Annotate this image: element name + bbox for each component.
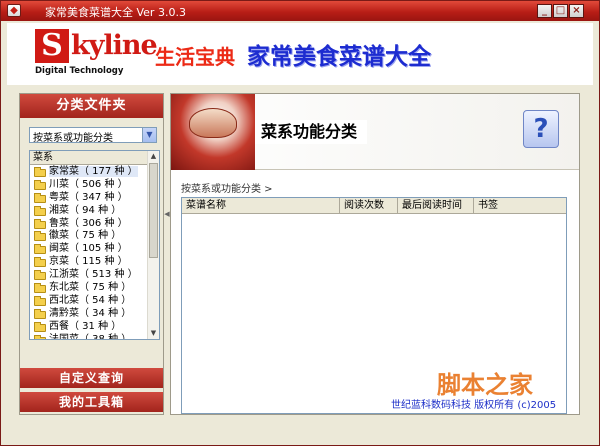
slogan: 生活宝典 <box>155 45 235 69</box>
hotpot-icon <box>189 108 237 138</box>
section-banner: 菜系功能分类 ? <box>171 94 579 170</box>
folder-icon <box>34 218 46 229</box>
tree-item[interactable]: 清黔菜（ 34 种 ） <box>32 308 148 321</box>
tree-item[interactable]: 川菜（ 506 种 ） <box>32 179 148 192</box>
close-button[interactable]: × <box>569 4 584 18</box>
folder-icon <box>34 270 46 281</box>
tree-item[interactable]: 法国菜（ 38 种 ） <box>32 333 148 340</box>
folder-icon <box>34 244 46 255</box>
category-list: 家常菜（ 177 种 ）川菜（ 506 种 ）粤菜（ 347 种 ）湘菜（ 94… <box>32 166 148 340</box>
category-tree[interactable]: 菜系 家常菜（ 177 种 ）川菜（ 506 种 ）粤菜（ 347 种 ）湘菜（… <box>29 150 160 340</box>
tree-item-label: 京菜（ 115 种 ） <box>49 256 128 268</box>
minimize-button[interactable]: _ <box>537 4 552 18</box>
window-title: 家常美食菜谱大全 Ver 3.0.3 <box>45 6 186 19</box>
tree-item-label: 鲁菜（ 306 种 ） <box>49 217 128 229</box>
tree-item-label: 江浙菜（ 513 种 ） <box>49 269 138 281</box>
column-header-read-count[interactable]: 阅读次数 <box>340 198 398 213</box>
tree-scrollbar[interactable]: ▲ ▼ <box>147 151 159 339</box>
tree-item[interactable]: 湘菜（ 94 种 ） <box>32 205 148 218</box>
copyright-text: 世纪蓝科数码科技 版权所有 (c)2005 <box>391 400 557 411</box>
folder-icon <box>34 295 46 306</box>
chevron-down-icon[interactable]: ▼ <box>142 128 156 142</box>
tree-item[interactable]: 家常菜（ 177 种 ） <box>32 166 148 179</box>
breadcrumb[interactable]: 按菜系或功能分类 > <box>181 180 273 195</box>
tree-item-label: 湘菜（ 94 种 ） <box>49 204 122 216</box>
tree-item-label: 粤菜（ 347 种 ） <box>49 191 128 203</box>
logo-mark: S <box>35 29 69 63</box>
tree-item[interactable]: 徽菜（ 75 种 ） <box>32 230 148 243</box>
column-header-recipe-name[interactable]: 菜谱名称 <box>182 198 340 213</box>
custom-query-button[interactable]: 自定义查询 <box>20 368 163 388</box>
folder-icon <box>34 205 46 216</box>
folder-icon <box>34 179 46 190</box>
tree-header: 菜系 <box>30 151 148 165</box>
tree-item-label: 徽菜（ 75 种 ） <box>49 230 122 242</box>
tree-item-label: 清黔菜（ 34 种 ） <box>49 307 132 319</box>
folder-icon <box>34 192 46 203</box>
app-window: ◆ 家常美食菜谱大全 Ver 3.0.3 _ □ × S kyline Digi… <box>0 0 600 446</box>
app-name: 家常美食菜谱大全 <box>247 44 431 70</box>
column-header-last-read[interactable]: 最后阅读时间 <box>398 198 474 213</box>
folder-icon <box>34 308 46 319</box>
folder-icon <box>34 257 46 268</box>
help-icon[interactable]: ? <box>523 110 559 148</box>
logo-subtitle: Digital Technology <box>35 66 124 76</box>
tree-item-label: 家常菜（ 177 种 ） <box>49 166 138 177</box>
my-tools-button[interactable]: 我的工具箱 <box>20 392 163 412</box>
tree-item[interactable]: 粤菜（ 347 种 ） <box>32 192 148 205</box>
section-title: 菜系功能分类 <box>255 120 368 144</box>
tree-item-label: 闽菜（ 105 种 ） <box>49 243 128 255</box>
category-mode-value: 按菜系或功能分类 <box>33 133 113 144</box>
column-header-bookmark[interactable]: 书签 <box>474 198 566 213</box>
folder-icon <box>34 283 46 294</box>
scroll-thumb[interactable] <box>149 163 158 258</box>
title-bar[interactable]: ◆ 家常美食菜谱大全 Ver 3.0.3 _ □ × <box>1 1 599 21</box>
skyline-logo: S kyline Digital Technology <box>35 29 158 77</box>
logo-wordmark: kyline <box>71 30 158 61</box>
folder-icon <box>34 167 46 177</box>
tree-item[interactable]: 东北菜（ 75 种 ） <box>32 282 148 295</box>
header-banner: S kyline Digital Technology 生活宝典 家常美食菜谱大… <box>7 23 593 85</box>
tree-item[interactable]: 江浙菜（ 513 种 ） <box>32 269 148 282</box>
tree-item-label: 东北菜（ 75 种 ） <box>49 282 132 294</box>
watermark: 脚本之家 <box>437 370 533 399</box>
tree-item[interactable]: 西餐（ 31 种 ） <box>32 321 148 334</box>
tree-item-label: 西餐（ 31 种 ） <box>49 320 122 332</box>
tree-item[interactable]: 京菜（ 115 种 ） <box>32 256 148 269</box>
folder-icon <box>34 321 46 332</box>
tree-item-label: 川菜（ 506 种 ） <box>49 178 128 190</box>
tree-item[interactable]: 闽菜（ 105 种 ） <box>32 243 148 256</box>
folder-icon <box>34 231 46 242</box>
sidebar: 分类文件夹 按菜系或功能分类 ▼ 菜系 家常菜（ 177 种 ）川菜（ 506 … <box>19 93 164 415</box>
sidebar-title: 分类文件夹 <box>20 94 163 118</box>
app-icon[interactable]: ◆ <box>7 4 21 17</box>
category-mode-select[interactable]: 按菜系或功能分类 ▼ <box>29 127 157 144</box>
scroll-down-icon[interactable]: ▼ <box>148 328 159 339</box>
scroll-up-icon[interactable]: ▲ <box>148 151 159 162</box>
tree-item[interactable]: 西北菜（ 54 种 ） <box>32 295 148 308</box>
table-header: 菜谱名称 阅读次数 最后阅读时间 书签 <box>182 198 566 214</box>
tree-item-label: 西北菜（ 54 种 ） <box>49 294 132 306</box>
tree-item-label: 法国菜（ 38 种 ） <box>49 333 132 340</box>
tree-item[interactable]: 鲁菜（ 306 种 ） <box>32 218 148 231</box>
maximize-button[interactable]: □ <box>553 4 568 18</box>
hotpot-image <box>171 94 255 170</box>
folder-icon <box>34 334 46 339</box>
